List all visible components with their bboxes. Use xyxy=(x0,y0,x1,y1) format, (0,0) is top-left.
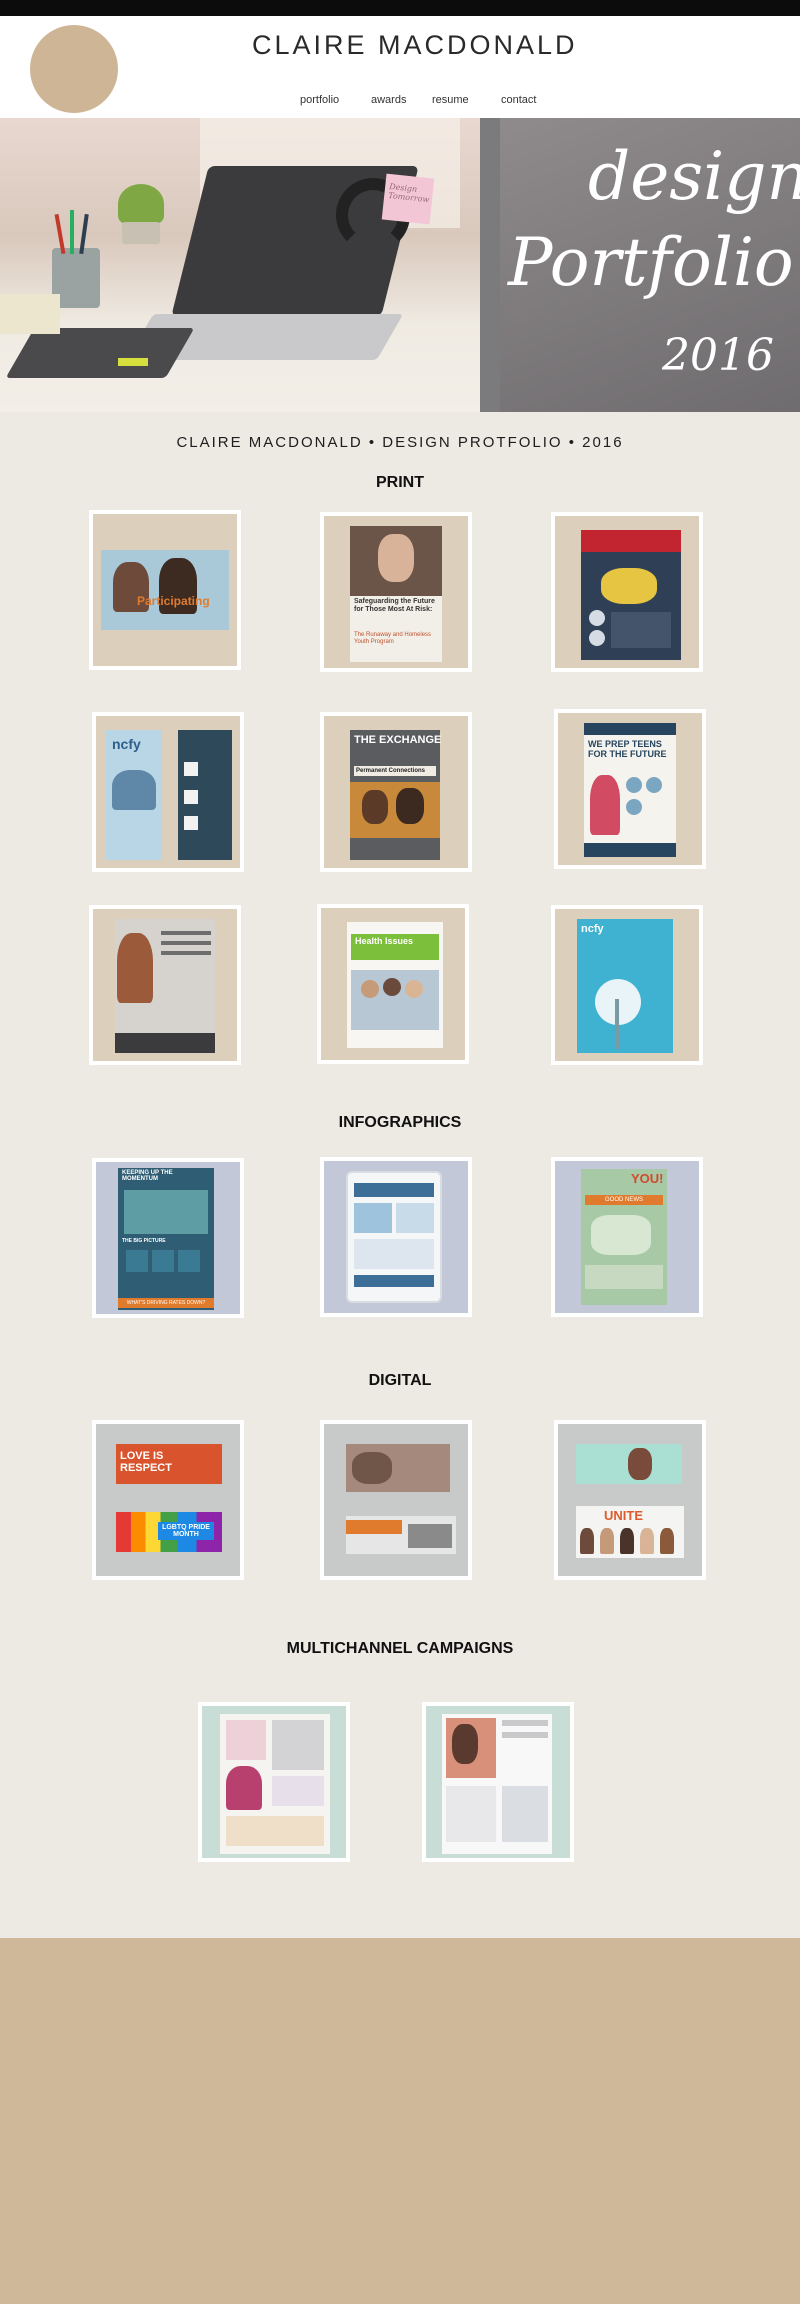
print-card-2-subtitle: The Runaway and Homeless Youth Program xyxy=(354,632,432,645)
hero-desk-photo: Design Tomorrow xyxy=(0,118,480,412)
section-title-infographics: INFOGRAPHICS xyxy=(338,1114,462,1131)
infographic-1-footer: WHAT'S DRIVING RATES DOWN? xyxy=(118,1298,214,1308)
digital-card-3[interactable]: UNITE xyxy=(554,1420,706,1580)
print-card-5[interactable]: THE EXCHANGE Permanent Connections xyxy=(320,712,472,872)
hero-design-text: design xyxy=(588,138,800,215)
digital-3-text: UNITE xyxy=(604,1508,643,1523)
site-header: CLAIRE MACDONALD portfolio awards resume… xyxy=(0,16,800,118)
print-card-2-title: Safeguarding the Future for Those Most A… xyxy=(354,598,435,613)
portfolio-subtitle: CLAIRE MACDONALD • DESIGN PROTFOLIO • 20… xyxy=(176,434,624,451)
infographic-1-subtitle: THE BIG PICTURE xyxy=(122,1238,166,1244)
nav-portfolio[interactable]: portfolio xyxy=(300,94,339,106)
hero-year-text: 2016 xyxy=(662,330,774,381)
print-card-4[interactable]: ncfy xyxy=(92,712,244,872)
infographic-card-2[interactable] xyxy=(320,1157,472,1317)
digital-1-text: LOVE IS RESPECT xyxy=(120,1450,172,1474)
multichannel-card-2[interactable] xyxy=(422,1702,574,1862)
digital-1-subtext: LGBTQ PRIDE MONTH xyxy=(158,1522,214,1540)
infographic-3-subtitle: GOOD NEWS xyxy=(585,1195,663,1205)
site-title[interactable]: CLAIRE MACDONALD xyxy=(252,30,578,61)
infographic-3-title: YOU! xyxy=(631,1171,664,1186)
section-title-multichannel: MULTICHANNEL CAMPAIGNS xyxy=(286,1640,514,1657)
print-card-6-text: WE PREP TEENS FOR THE FUTURE xyxy=(588,739,667,759)
print-card-2[interactable]: Safeguarding the Future for Those Most A… xyxy=(320,512,472,672)
section-title-digital: DIGITAL xyxy=(368,1372,432,1389)
nav-awards[interactable]: awards xyxy=(371,94,406,106)
print-card-8[interactable]: Health Issues xyxy=(317,904,469,1064)
print-card-9[interactable]: ncfy xyxy=(551,905,703,1065)
nav-contact[interactable]: contact xyxy=(501,94,536,106)
print-card-3[interactable] xyxy=(551,512,703,672)
print-card-4-text: ncfy xyxy=(112,736,141,752)
hero-title-panel: design Portfolio 2016 xyxy=(480,118,800,412)
digital-card-2[interactable] xyxy=(320,1420,472,1580)
nav-resume[interactable]: resume xyxy=(432,94,469,106)
multichannel-card-1[interactable] xyxy=(198,1702,350,1862)
print-card-7[interactable] xyxy=(89,905,241,1065)
infographic-1-title: KEEPING UP THE MOMENTUM xyxy=(122,1170,173,1182)
sticky-note: Design Tomorrow xyxy=(381,173,435,225)
main-nav: portfolio awards resume contact xyxy=(0,94,800,114)
hero-banner: Design Tomorrow design Portfolio 2016 xyxy=(0,118,800,412)
print-card-9-text: ncfy xyxy=(581,923,604,935)
print-card-5-title: THE EXCHANGE xyxy=(354,734,442,746)
print-card-5-subtitle: Permanent Connections xyxy=(354,766,436,776)
section-title-print: PRINT xyxy=(376,474,424,491)
top-bar xyxy=(0,0,800,16)
print-card-1-text: Participating xyxy=(137,594,210,608)
digital-card-1[interactable]: LOVE IS RESPECT LGBTQ PRIDE MONTH xyxy=(92,1420,244,1580)
print-card-8-text: Health Issues xyxy=(355,936,414,946)
print-card-1[interactable]: Participating xyxy=(89,510,241,670)
infographic-card-1[interactable]: KEEPING UP THE MOMENTUM THE BIG PICTURE … xyxy=(92,1158,244,1318)
infographic-card-3[interactable]: YOU! GOOD NEWS xyxy=(551,1157,703,1317)
hero-portfolio-text: Portfolio xyxy=(508,224,794,301)
footer-band xyxy=(0,1938,800,2304)
print-card-6[interactable]: WE PREP TEENS FOR THE FUTURE xyxy=(554,709,706,869)
